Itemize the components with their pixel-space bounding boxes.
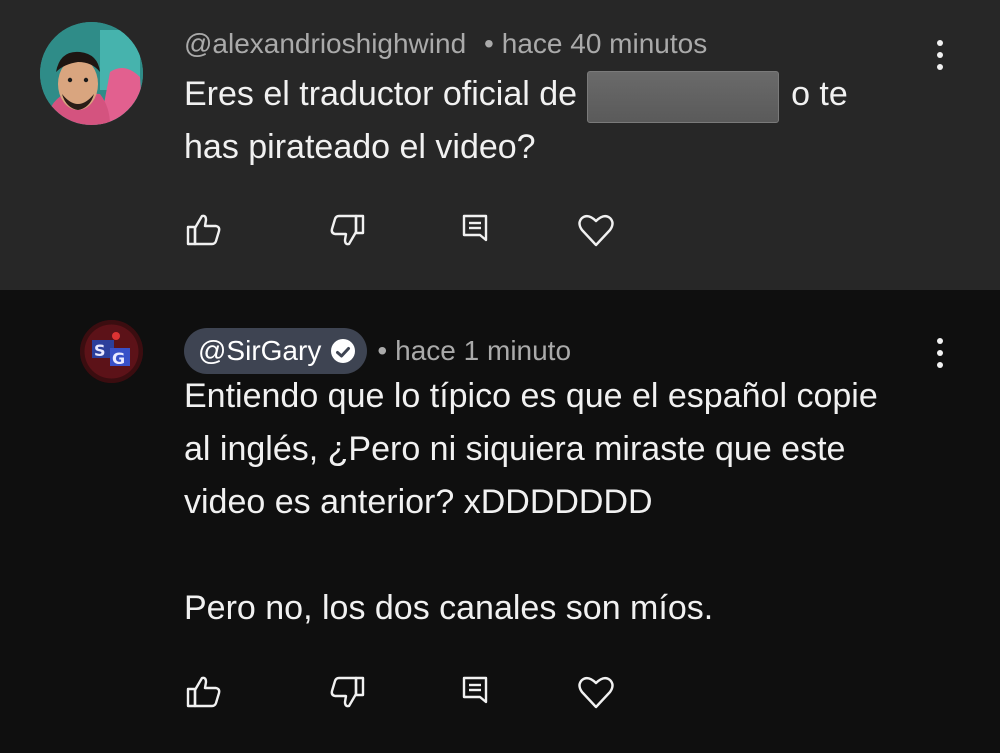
comment-text: Entiendo que lo típico es que el español… — [184, 370, 944, 635]
like-button[interactable] — [184, 210, 224, 250]
comment-meta: @alexandrioshighwind • hace 40 minutos — [184, 28, 707, 60]
menu-dot — [937, 64, 943, 70]
comment-line: Pero no, los dos canales son míos. — [184, 589, 714, 627]
comment-text-segment: Eres el traductor oficial de — [184, 75, 578, 113]
comment-text-segment: o te — [791, 75, 848, 113]
comment-line: Entiendo que lo típico es que el español… — [184, 377, 878, 415]
menu-dot — [937, 350, 943, 356]
thumb-up-icon — [186, 676, 221, 708]
author-name: @SirGary — [198, 335, 322, 366]
comment-item: S G @SirGary • hace 1 minuto Entiendo que… — [0, 290, 1000, 753]
sg-logo-avatar-icon: S G — [80, 320, 143, 383]
more-options-button[interactable] — [934, 40, 946, 76]
heart-icon — [578, 676, 614, 709]
reply-icon — [462, 214, 488, 242]
menu-dot — [937, 362, 943, 368]
comment-line: video es anterior? xDDDDDDD — [184, 483, 653, 521]
menu-dot — [937, 338, 943, 344]
like-button[interactable] — [184, 672, 224, 712]
heart-icon — [578, 214, 614, 247]
redacted-block — [587, 71, 780, 124]
more-options-button[interactable] — [934, 338, 946, 374]
thumb-up-icon — [186, 214, 221, 246]
comment-line — [184, 529, 944, 582]
comment-item: @alexandrioshighwind • hace 40 minutos Er… — [0, 0, 1000, 290]
comment-line: Eres el traductor oficial de o te — [184, 68, 944, 124]
menu-dot — [937, 52, 943, 58]
channel-avatar[interactable]: S G — [80, 320, 143, 383]
meta-separator: • — [483, 28, 494, 59]
menu-dot — [937, 40, 943, 46]
comment-timestamp: hace 40 minutos — [501, 28, 708, 59]
author-name[interactable]: @alexandrioshighwind — [184, 28, 466, 59]
user-avatar[interactable] — [40, 22, 143, 125]
reply-button[interactable] — [456, 210, 496, 250]
heart-button[interactable] — [576, 210, 616, 250]
verified-check-icon — [331, 339, 356, 363]
reply-icon — [462, 676, 488, 704]
reply-button[interactable] — [456, 672, 496, 712]
svg-text:S: S — [94, 341, 106, 360]
comment-line: has pirateado el video? — [184, 128, 536, 167]
comment-meta: @SirGary • hace 1 minuto — [184, 328, 571, 374]
thumb-down-icon — [330, 214, 365, 246]
thumb-down-icon — [330, 676, 365, 708]
dislike-button[interactable] — [327, 210, 367, 250]
creator-author-badge[interactable]: @SirGary — [184, 328, 368, 374]
comment-timestamp: hace 1 minuto — [395, 335, 572, 366]
comment-text: Eres el traductor oficial de o te has pir… — [184, 68, 944, 174]
meta-separator: • — [377, 335, 388, 366]
comment-line: al inglés, ¿Pero ni siquiera miraste que… — [184, 430, 846, 468]
svg-text:G: G — [112, 349, 125, 368]
dislike-button[interactable] — [327, 672, 367, 712]
user-photo-avatar-icon — [40, 22, 143, 125]
heart-button[interactable] — [576, 672, 616, 712]
